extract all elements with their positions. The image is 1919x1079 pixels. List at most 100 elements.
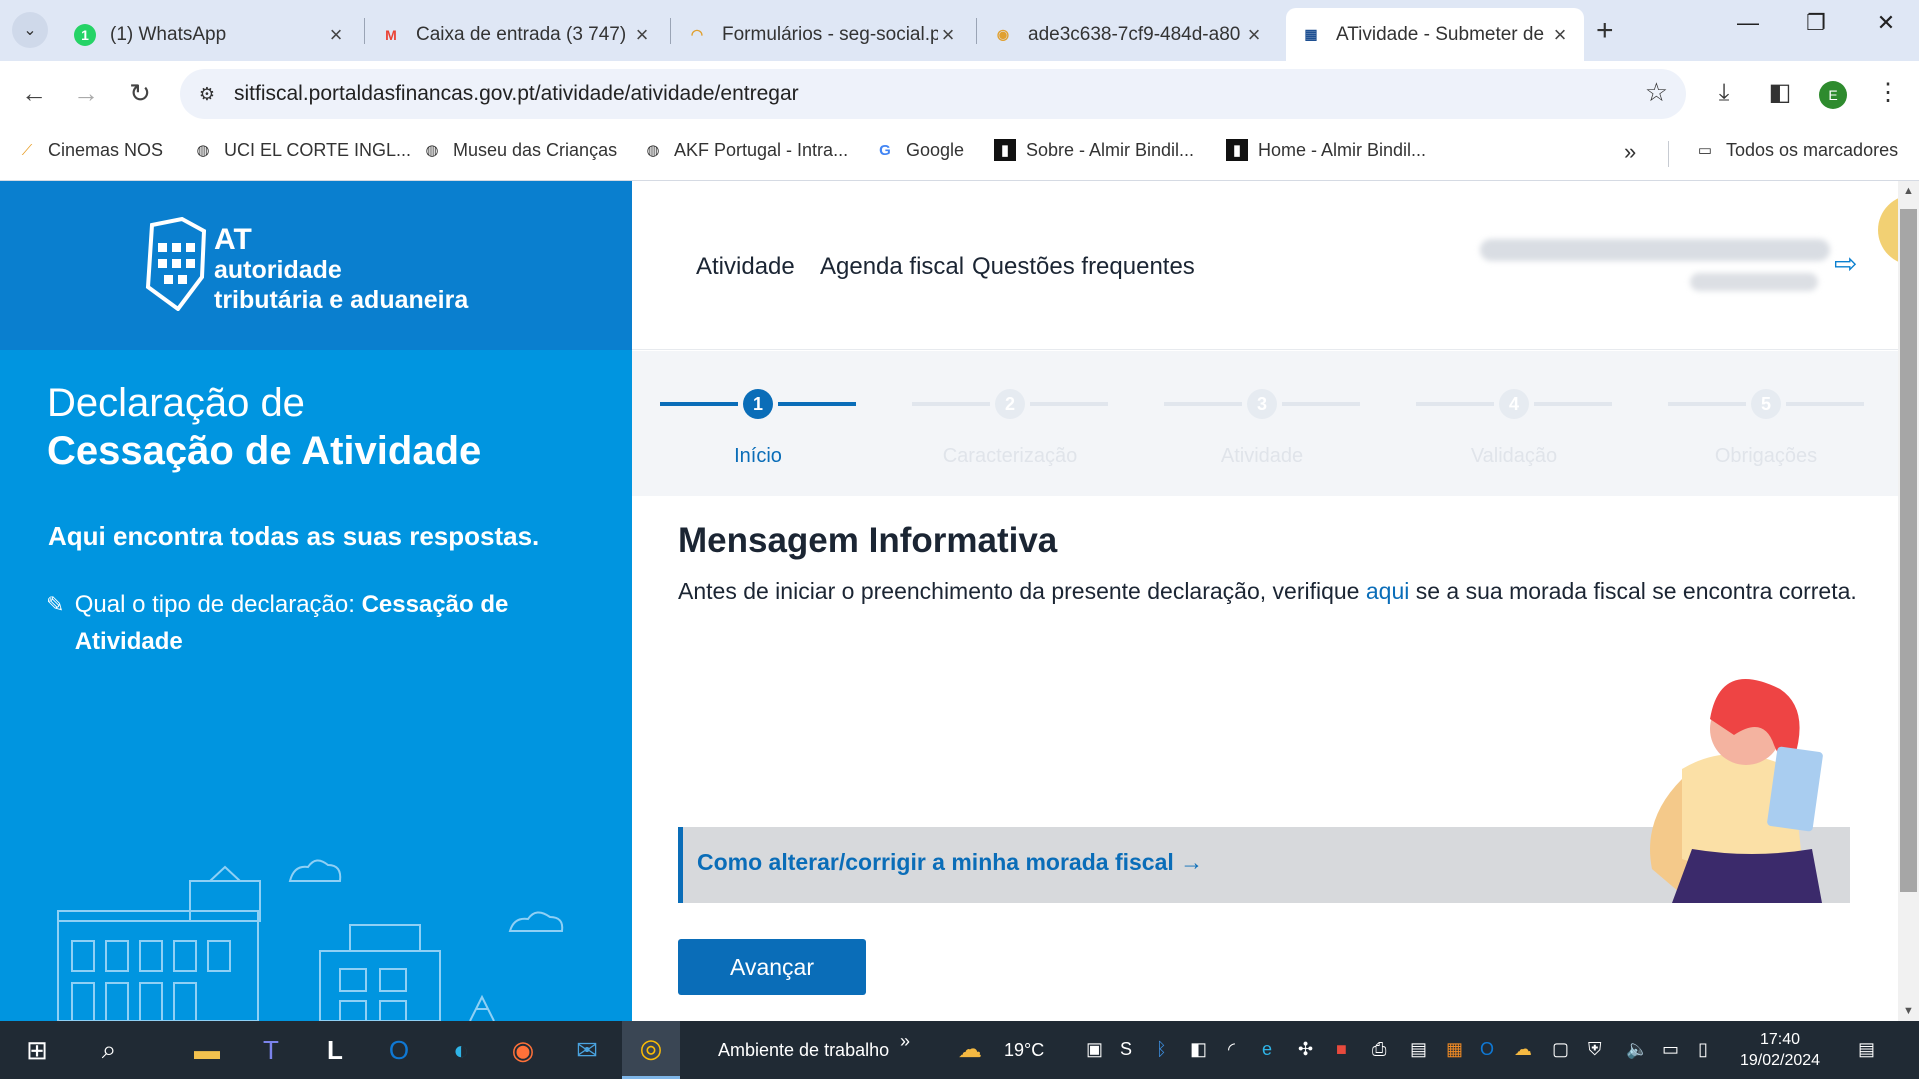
minimize-button[interactable]: — xyxy=(1728,10,1768,36)
scroll-up-icon[interactable]: ▲ xyxy=(1898,185,1919,197)
close-icon[interactable]: × xyxy=(1244,22,1264,48)
profile-avatar[interactable]: E xyxy=(1819,81,1847,109)
step-caracterizacao: 2 Caracterização xyxy=(912,381,1108,491)
teams-icon[interactable]: T xyxy=(242,1021,300,1079)
close-window-button[interactable]: ✕ xyxy=(1866,10,1906,36)
url-text[interactable]: sitfiscal.portaldasfinancas.gov.pt/ativi… xyxy=(234,82,799,106)
desktop-label[interactable]: Ambiente de trabalho xyxy=(718,1040,889,1061)
step-line xyxy=(778,402,856,406)
chrome-icon[interactable]: ◎ xyxy=(622,1021,680,1079)
step-line xyxy=(1282,402,1360,406)
tab-search-button[interactable]: ⌄ xyxy=(12,12,48,48)
new-tab-button[interactable]: + xyxy=(1596,14,1614,48)
reload-button[interactable]: ↻ xyxy=(122,75,158,111)
address-bar[interactable]: ⚙ sitfiscal.portaldasfinancas.gov.pt/ati… xyxy=(180,69,1686,119)
at-icon: ▦ xyxy=(1304,26,1318,42)
l-app-icon[interactable]: L xyxy=(306,1021,364,1079)
tray-app-icon[interactable]: ▤ xyxy=(1410,1039,1427,1060)
browser-tab[interactable]: 1 (1) WhatsApp × xyxy=(60,8,360,61)
firefox-icon[interactable]: ◉ xyxy=(494,1021,552,1079)
bookmark-label: Home - Almir Bindil... xyxy=(1258,139,1427,160)
tray-app-icon[interactable]: ▢ xyxy=(1552,1039,1569,1060)
advance-button[interactable]: Avançar xyxy=(678,939,866,995)
search-icon[interactable]: ⌕ xyxy=(80,1021,138,1079)
notifications-icon[interactable]: ▤ xyxy=(1858,1039,1875,1060)
nav-link-agenda-fiscal[interactable]: Agenda fiscal xyxy=(820,253,964,281)
edge-tray-icon[interactable]: e xyxy=(1262,1039,1272,1060)
progress-stepper: 1 Início 2 Caracterização 3 Atividade 4 … xyxy=(632,351,1898,496)
tray-app-icon[interactable]: ■ xyxy=(1336,1039,1347,1060)
scrollbar-thumb[interactable] xyxy=(1900,209,1917,892)
bluetooth-icon[interactable]: ᛒ xyxy=(1156,1039,1167,1060)
browser-tab[interactable]: M Caixa de entrada (3 747) × xyxy=(366,8,666,61)
woman-illustration xyxy=(1650,679,1823,903)
file-explorer-icon[interactable]: ▬ xyxy=(178,1021,236,1079)
bookmark-item[interactable]: ◍ AKF Portugal - Intra... xyxy=(642,139,848,161)
wifi-icon[interactable]: ◜ xyxy=(1228,1039,1235,1060)
more-bookmarks-button[interactable]: » xyxy=(1624,139,1636,165)
restore-button[interactable]: ❐ xyxy=(1796,10,1836,36)
tray-app-icon[interactable]: ▣ xyxy=(1086,1039,1103,1060)
close-icon[interactable]: × xyxy=(632,22,652,48)
printer-icon[interactable]: ⎙ xyxy=(1372,1039,1386,1060)
download-icon[interactable]: ⤓ xyxy=(1706,75,1742,111)
edge-icon[interactable]: ◐ xyxy=(432,1021,490,1079)
browser-tab-strip: ⌄ 1 (1) WhatsApp × M Caixa de entrada (3… xyxy=(0,0,1919,61)
site-icon: ▮ xyxy=(994,139,1016,161)
onedrive-icon[interactable]: ☁ xyxy=(1514,1039,1532,1060)
step-number: 3 xyxy=(1247,389,1277,419)
chevron-double-right-icon[interactable]: » xyxy=(900,1031,910,1052)
message-text-after: se a sua morada fiscal se encontra corre… xyxy=(1409,578,1857,604)
menu-icon[interactable]: ⋮ xyxy=(1870,75,1906,111)
battery-icon[interactable]: ▭ xyxy=(1662,1039,1679,1060)
logout-icon[interactable]: ⇨ xyxy=(1834,247,1857,280)
temperature[interactable]: 19°C xyxy=(1004,1040,1044,1061)
answers-text: Aqui encontra todas as suas respostas. xyxy=(48,521,540,551)
browser-toolbar: ← → ↻ ⚙ sitfiscal.portaldasfinancas.gov.… xyxy=(0,61,1919,127)
browser-tab-active[interactable]: ▦ ATividade - Submeter de × xyxy=(1286,8,1584,61)
bookmark-item[interactable]: ▮ Home - Almir Bindil... xyxy=(1226,139,1426,161)
forward-button[interactable]: → xyxy=(68,75,104,111)
security-shield-icon[interactable]: ⛨ xyxy=(1588,1039,1602,1060)
step-label: Caracterização xyxy=(942,445,1078,467)
help-link[interactable]: Como alterar/corrigir a minha morada fis… xyxy=(697,849,1203,876)
morada-check-link[interactable]: aqui xyxy=(1366,578,1409,604)
browser-tab[interactable]: ◠ Formulários - seg-social.p × xyxy=(672,8,972,61)
nav-link-atividade[interactable]: Atividade xyxy=(696,253,795,281)
outlook-tray-icon[interactable]: O xyxy=(1480,1039,1494,1060)
bookmark-star-icon[interactable]: ☆ xyxy=(1645,77,1668,108)
logo-text: AT autoridade tributária e aduaneira xyxy=(214,225,468,315)
windows-start-icon[interactable]: ⊞ xyxy=(8,1021,66,1079)
volume-icon[interactable]: 🔈 xyxy=(1626,1039,1648,1060)
close-icon[interactable]: × xyxy=(1550,22,1570,48)
tray-app-icon[interactable]: ▦ xyxy=(1446,1039,1463,1060)
dropbox-icon[interactable]: ✣ xyxy=(1298,1039,1313,1060)
site-settings-icon[interactable]: ⚙ xyxy=(194,81,220,107)
side-panel-icon[interactable]: ◧ xyxy=(1762,75,1798,111)
close-icon[interactable]: × xyxy=(938,22,958,48)
skype-icon[interactable]: S xyxy=(1120,1039,1132,1060)
back-button[interactable]: ← xyxy=(16,75,52,111)
pen-icon[interactable]: ▯ xyxy=(1698,1039,1708,1060)
tray-app-icon[interactable]: ◧ xyxy=(1190,1039,1207,1060)
bookmark-item[interactable]: ◍ Museu das Crianças xyxy=(421,139,617,161)
weather-icon[interactable]: ☁ xyxy=(958,1035,982,1064)
message-title: Mensagem Informativa xyxy=(678,521,1058,560)
scroll-down-icon[interactable]: ▼ xyxy=(1898,1005,1919,1017)
tab-title: Caixa de entrada (3 747) xyxy=(416,23,627,45)
gmail-icon: M xyxy=(385,26,397,43)
outlook-icon[interactable]: O xyxy=(370,1021,428,1079)
browser-tab[interactable]: ◉ ade3c638-7cf9-484d-a80 × xyxy=(978,8,1278,61)
bookmark-item[interactable]: ▮ Sobre - Almir Bindil... xyxy=(994,139,1194,161)
nav-link-questoes-frequentes[interactable]: Questões frequentes xyxy=(972,253,1195,281)
step-number: 4 xyxy=(1499,389,1529,419)
close-icon[interactable]: × xyxy=(326,22,346,48)
mail-icon[interactable]: ✉ xyxy=(558,1021,616,1079)
bookmark-item[interactable]: ◍ UCI EL CORTE INGL... xyxy=(192,139,411,161)
bookmark-item[interactable]: ⟋ Cinemas NOS xyxy=(16,139,163,161)
clock[interactable]: 17:40 19/02/2024 xyxy=(1724,1029,1836,1071)
user-name-redacted xyxy=(1480,239,1830,261)
page-scrollbar[interactable]: ▲ ▼ xyxy=(1898,181,1919,1021)
all-bookmarks-button[interactable]: ▭ Todos os marcadores xyxy=(1694,139,1898,161)
bookmark-item[interactable]: G Google xyxy=(874,139,964,161)
